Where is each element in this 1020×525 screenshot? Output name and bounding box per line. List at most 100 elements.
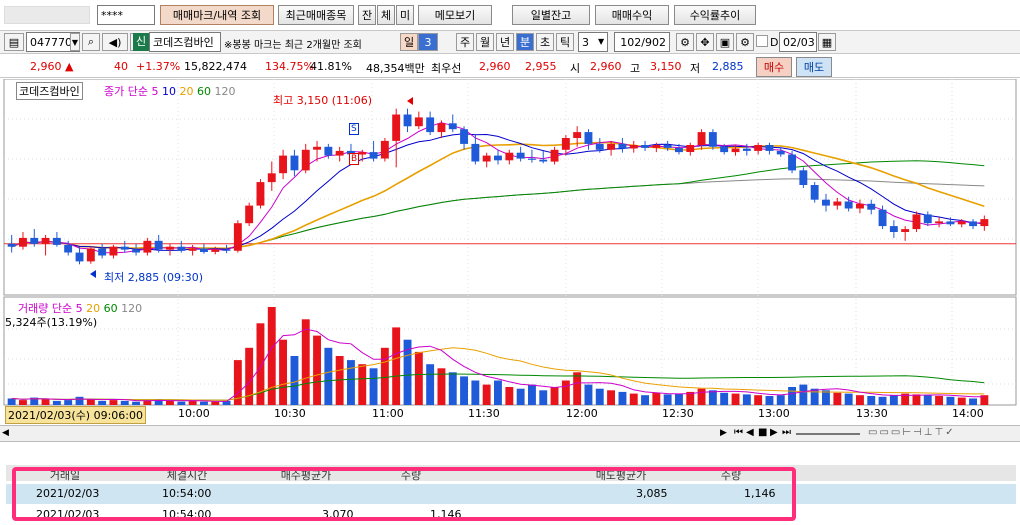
memo-button[interactable]: 메모보기 bbox=[418, 5, 492, 25]
candle-body bbox=[754, 145, 763, 151]
period-day-tab[interactable]: 일 bbox=[400, 33, 418, 51]
period-second-tab[interactable]: 초 bbox=[536, 33, 554, 51]
print-icon[interactable]: ▤ bbox=[4, 33, 24, 51]
count-field[interactable]: 102/902 bbox=[614, 32, 670, 52]
ma120-label: 120 bbox=[214, 85, 236, 98]
volume-bar bbox=[166, 400, 174, 405]
volume-bar bbox=[935, 396, 943, 405]
candle-body bbox=[324, 146, 333, 156]
low-annotation: 최저 2,885 (09:30) bbox=[104, 271, 204, 284]
save-icon[interactable]: ▣ bbox=[716, 33, 734, 51]
candle-body bbox=[448, 123, 457, 130]
crosshair-icon[interactable]: ✥ bbox=[696, 33, 714, 51]
volume-bar bbox=[75, 396, 84, 405]
date-checkbox[interactable] bbox=[756, 35, 768, 47]
volume-bar bbox=[494, 380, 502, 405]
candle-body bbox=[166, 246, 174, 250]
daily-balance-button[interactable]: 일별잔고 bbox=[512, 5, 590, 25]
jump-last-icon[interactable]: ⏭ bbox=[782, 427, 791, 438]
top-toolbar: **** 매매마크/내역 조회 최근매매종목 잔 체 미 메모보기 일별잔고 매… bbox=[0, 0, 1020, 30]
candle-body bbox=[923, 214, 932, 224]
candle-body bbox=[573, 132, 582, 138]
time-tick-1000: 10:00 bbox=[178, 407, 210, 420]
scroll-left-icon[interactable]: ◀ bbox=[2, 428, 9, 438]
candle-body bbox=[52, 237, 61, 245]
prev-icon[interactable]: ◀ bbox=[746, 427, 754, 438]
recent-stocks-button[interactable]: 최근매매종목 bbox=[278, 5, 354, 25]
buy-mark: B bbox=[349, 153, 360, 165]
stock-name-field[interactable]: 코데즈컴바인 bbox=[149, 32, 221, 52]
volume-bar bbox=[742, 394, 751, 405]
volume-bar bbox=[629, 393, 638, 405]
candle-body bbox=[641, 145, 649, 148]
candle-body bbox=[946, 221, 955, 225]
settings-icon-1[interactable]: ⚙ bbox=[676, 33, 694, 51]
candle-body bbox=[539, 159, 548, 162]
candle-body bbox=[64, 244, 73, 253]
trade-mark-button[interactable]: 매매마크/내역 조회 bbox=[160, 5, 274, 25]
password-field[interactable]: **** bbox=[97, 5, 155, 25]
period-year-tab[interactable]: 년 bbox=[496, 33, 514, 51]
date-input[interactable]: 02/03 bbox=[779, 32, 817, 52]
period-value-select[interactable]: 3 bbox=[418, 33, 438, 51]
current-price: 2,960 ▲ bbox=[30, 60, 74, 73]
period-tick-tab[interactable]: 틱 bbox=[556, 33, 574, 51]
code-dropdown-icon[interactable]: ▼ bbox=[70, 33, 80, 51]
candle-body bbox=[301, 149, 310, 171]
period-week-tab[interactable]: 주 bbox=[456, 33, 474, 51]
chart-area[interactable]: 코데즈컴바인 종가 단순 5 10 20 60 120 최고 3,150 (11… bbox=[0, 79, 1020, 424]
volume-bar bbox=[482, 384, 491, 405]
candle-body bbox=[663, 145, 672, 148]
minute-dropdown-icon[interactable]: ▼ bbox=[598, 37, 604, 46]
trade-table: 거래일 체결시간 매수평균가 수량 매도평균가 수량 2021/02/03 10… bbox=[0, 465, 1020, 525]
time-tick-1130: 11:30 bbox=[468, 407, 500, 420]
yield-trend-button[interactable]: 수익률추이 bbox=[674, 5, 756, 25]
jan-button[interactable]: 잔 bbox=[358, 5, 376, 25]
che-button[interactable]: 체 bbox=[377, 5, 395, 25]
chart-scrollbar[interactable]: ◀ ▶ ⏮ ◀ ■ ▶ ⏭ ▭▭▭⊢⊣⊥⊤✓ bbox=[0, 425, 1020, 442]
next-icon[interactable]: ▶ bbox=[770, 427, 778, 438]
volume-bar bbox=[528, 384, 536, 405]
candle-body bbox=[414, 117, 423, 127]
volume-bar bbox=[19, 400, 27, 405]
candle-body bbox=[41, 237, 50, 244]
volume-bar bbox=[957, 397, 966, 405]
calendar-icon[interactable]: ▦ bbox=[818, 33, 836, 51]
price-change: 40 bbox=[114, 60, 128, 73]
candle-body bbox=[765, 145, 774, 151]
period-month-tab[interactable]: 월 bbox=[476, 33, 494, 51]
price-volume-chart[interactable] bbox=[0, 79, 1020, 424]
candle-body bbox=[618, 143, 627, 149]
candle-body bbox=[279, 155, 287, 174]
candle-body bbox=[675, 148, 683, 153]
buy-button[interactable]: 매수 bbox=[756, 57, 792, 77]
search-icon[interactable]: ⌕ bbox=[82, 33, 100, 51]
jump-first-icon[interactable]: ⏮ bbox=[734, 427, 743, 438]
sell-button[interactable]: 매도 bbox=[796, 57, 832, 77]
date-label: D bbox=[770, 36, 779, 49]
gear-icon[interactable]: ⚙ bbox=[736, 33, 754, 51]
candle-body bbox=[177, 246, 186, 251]
high-price: 3,150 bbox=[650, 60, 682, 73]
period-minute-tab[interactable]: 분 bbox=[516, 33, 534, 51]
scroll-right-icon[interactable]: ▶ bbox=[720, 428, 727, 438]
stop-icon[interactable]: ■ bbox=[758, 427, 767, 438]
quote-bar: 2,960 ▲ 40 +1.37% 15,822,474 134.75% 41.… bbox=[0, 56, 1020, 78]
mi-button[interactable]: 미 bbox=[396, 5, 414, 25]
candle-body bbox=[505, 152, 514, 161]
volume-bar bbox=[889, 395, 898, 405]
candle-body bbox=[686, 145, 695, 152]
tool-icons[interactable]: ▭▭▭⊢⊣⊥⊤✓ bbox=[868, 427, 956, 438]
volume-bar bbox=[765, 396, 774, 405]
speaker-icon[interactable]: ◀) bbox=[102, 33, 128, 51]
volume-bar bbox=[675, 393, 683, 405]
volume-bar bbox=[301, 319, 310, 406]
volume-bar bbox=[313, 335, 321, 405]
candle-body bbox=[222, 249, 231, 251]
candle-body bbox=[550, 149, 559, 162]
candle-body bbox=[98, 248, 107, 256]
candle-body bbox=[426, 117, 435, 133]
time-tick-1300: 13:00 bbox=[758, 407, 790, 420]
zoom-slider[interactable] bbox=[796, 433, 860, 435]
trade-profit-button[interactable]: 매매수익 bbox=[595, 5, 669, 25]
